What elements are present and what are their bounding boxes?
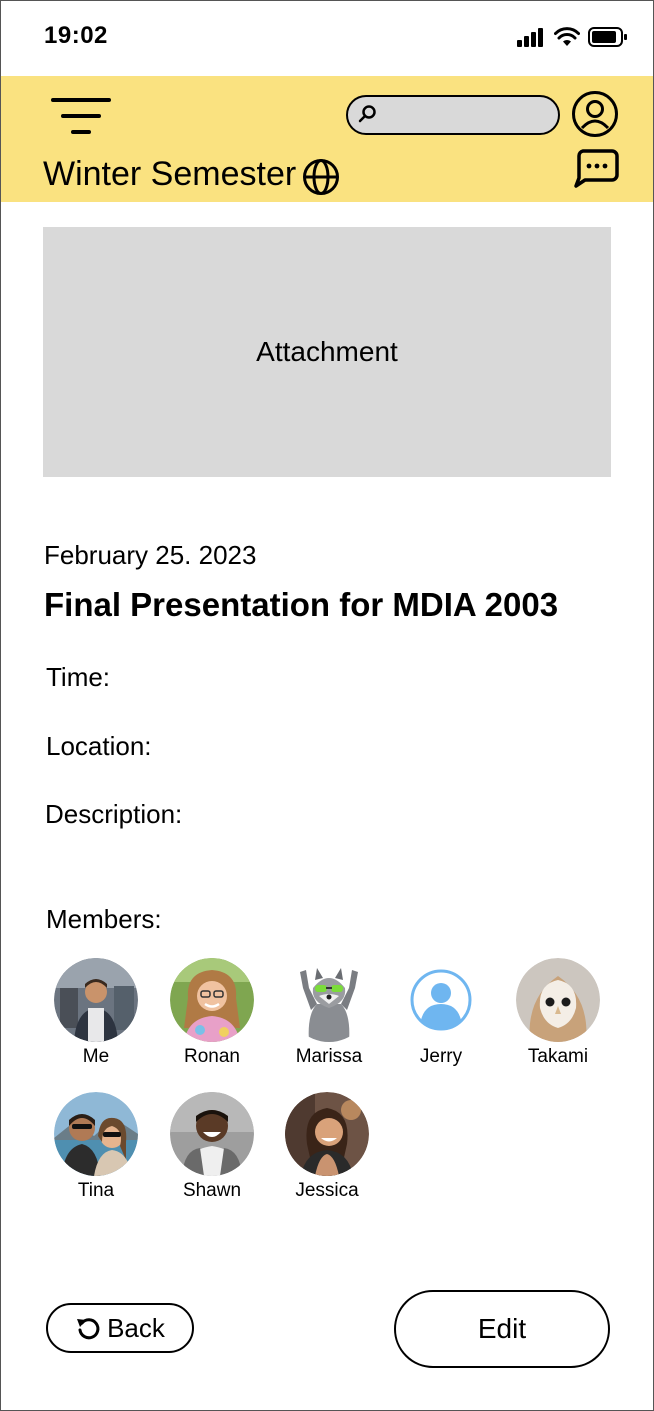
- member-name: Shawn: [182, 1180, 242, 1201]
- member-name: Jessica: [295, 1180, 359, 1201]
- status-time: 19:02: [44, 22, 108, 49]
- edit-label: Edit: [477, 1313, 527, 1344]
- chat-icon[interactable]: [573, 148, 619, 188]
- back-button[interactable]: Back: [46, 1303, 194, 1353]
- search-icon: [358, 105, 376, 123]
- location-label: Location:: [46, 731, 152, 761]
- member-name: Ronan: [184, 1046, 240, 1067]
- battery-icon: [588, 27, 627, 47]
- attachment-label: Attachment: [256, 336, 398, 367]
- search-input[interactable]: [346, 95, 560, 135]
- time-label: Time:: [46, 662, 111, 692]
- member-name: Me: [82, 1046, 110, 1067]
- member-name: Marissa: [295, 1046, 363, 1067]
- edit-button[interactable]: Edit: [394, 1290, 610, 1368]
- profile-icon[interactable]: [571, 90, 619, 138]
- member-jerry[interactable]: Jerry: [386, 958, 496, 1068]
- globe-icon[interactable]: [302, 158, 340, 196]
- avatar: [287, 958, 371, 1042]
- member-shawn[interactable]: Shawn: [157, 1092, 267, 1202]
- member-name: Takami: [527, 1046, 589, 1067]
- member-jessica[interactable]: Jessica: [272, 1092, 382, 1202]
- avatar: [170, 958, 254, 1042]
- event-date: February 25. 2023: [44, 540, 257, 570]
- member-takami[interactable]: Takami: [503, 958, 613, 1068]
- app-header: Winter Semester: [1, 76, 653, 202]
- avatar: [170, 1092, 254, 1176]
- members-label: Members:: [46, 904, 162, 934]
- undo-icon: [77, 1318, 100, 1340]
- avatar: [285, 1092, 369, 1176]
- member-me[interactable]: Me: [41, 958, 151, 1068]
- avatar: [516, 958, 600, 1042]
- status-icons: [516, 26, 628, 48]
- avatar: [54, 1092, 138, 1176]
- menu-icon[interactable]: [51, 96, 111, 136]
- avatar: [54, 958, 138, 1042]
- member-name: Tina: [77, 1180, 115, 1201]
- member-name: Jerry: [419, 1046, 463, 1067]
- back-label: Back: [107, 1312, 165, 1343]
- member-ronan[interactable]: Ronan: [157, 958, 267, 1068]
- default-user-icon: [410, 969, 472, 1031]
- attachment-placeholder[interactable]: Attachment: [43, 227, 611, 477]
- event-title: Final Presentation for MDIA 2003: [44, 586, 559, 623]
- page-title: Winter Semester: [43, 155, 297, 193]
- signal-icon: [517, 28, 543, 47]
- member-tina[interactable]: Tina: [41, 1092, 151, 1202]
- member-marissa[interactable]: Marissa: [274, 958, 384, 1068]
- description-label: Description:: [45, 799, 183, 829]
- wifi-icon: [554, 27, 580, 46]
